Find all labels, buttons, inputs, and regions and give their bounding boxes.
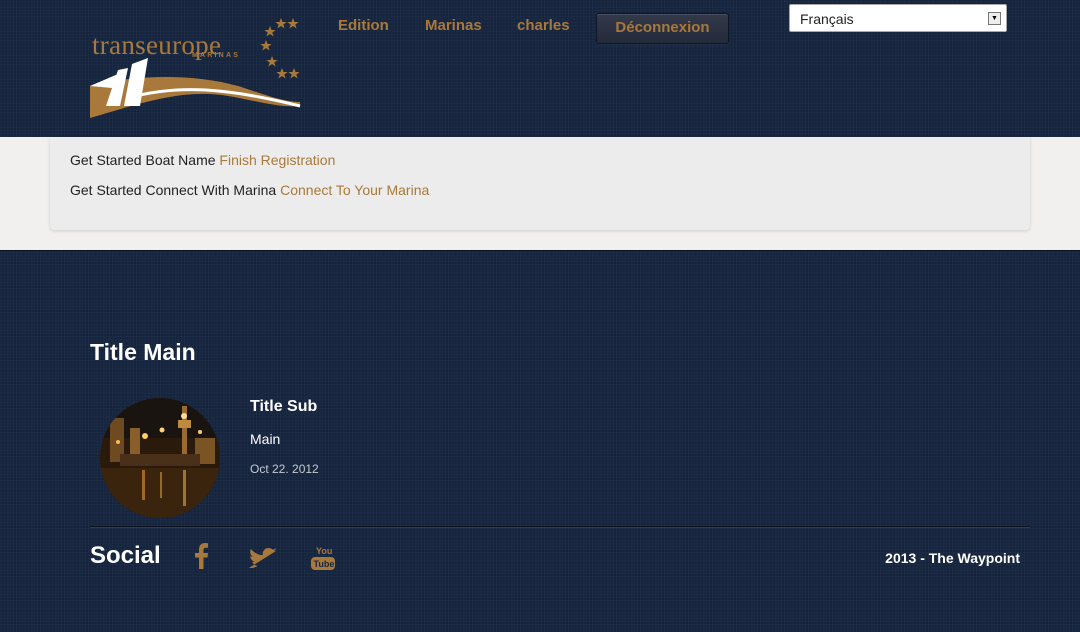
facebook-icon[interactable] xyxy=(194,543,210,574)
post-main: Main xyxy=(250,431,281,447)
connect-marina-link[interactable]: Connect To Your Marina xyxy=(280,182,429,198)
post-title[interactable]: Title Sub xyxy=(250,398,317,416)
transeurope-logo[interactable]: transeurope MARINAS xyxy=(88,14,302,122)
logo-subtitle: MARINAS xyxy=(192,52,241,59)
chevron-down-icon[interactable]: ▼ xyxy=(988,12,1001,25)
youtube-icon[interactable]: You Tube xyxy=(310,545,336,576)
language-select[interactable]: Français ▼ xyxy=(789,4,1007,32)
site-footer: Title Main Title Sub Main Oct 22. 2012 S… xyxy=(0,250,1080,632)
post-thumbnail[interactable] xyxy=(100,398,220,518)
youtube-tube-text: Tube xyxy=(314,559,335,569)
getting-started-panel: Get Started Boat Name Finish Registratio… xyxy=(50,137,1030,230)
finish-registration-link[interactable]: Finish Registration xyxy=(219,152,335,168)
get-started-marina-row: Get Started Connect With Marina Connect … xyxy=(70,182,429,198)
nav-user-link[interactable]: charles xyxy=(517,17,570,34)
post-date: Oct 22. 2012 xyxy=(250,462,319,476)
logo-stars xyxy=(260,18,300,79)
footer-divider xyxy=(90,526,1030,528)
site-header: transeurope MARINAS Edition Marinas char… xyxy=(0,0,1080,137)
nav-edition-link[interactable]: Edition xyxy=(338,17,389,34)
language-selected-value: Français xyxy=(800,11,854,27)
get-started-boat-text: Get Started Boat Name xyxy=(70,152,216,168)
youtube-you-text: You xyxy=(316,546,332,556)
copyright-text: 2013 - The Waypoint xyxy=(885,550,1020,566)
get-started-boat-row: Get Started Boat Name Finish Registratio… xyxy=(70,152,335,168)
social-label: Social xyxy=(90,542,161,569)
footer-title: Title Main xyxy=(90,339,196,365)
harbor-night-image xyxy=(100,398,220,518)
logout-button[interactable]: Déconnexion xyxy=(596,13,729,44)
twitter-icon[interactable] xyxy=(249,548,277,573)
get-started-marina-text: Get Started Connect With Marina xyxy=(70,182,277,198)
nav-marinas-link[interactable]: Marinas xyxy=(425,17,482,34)
